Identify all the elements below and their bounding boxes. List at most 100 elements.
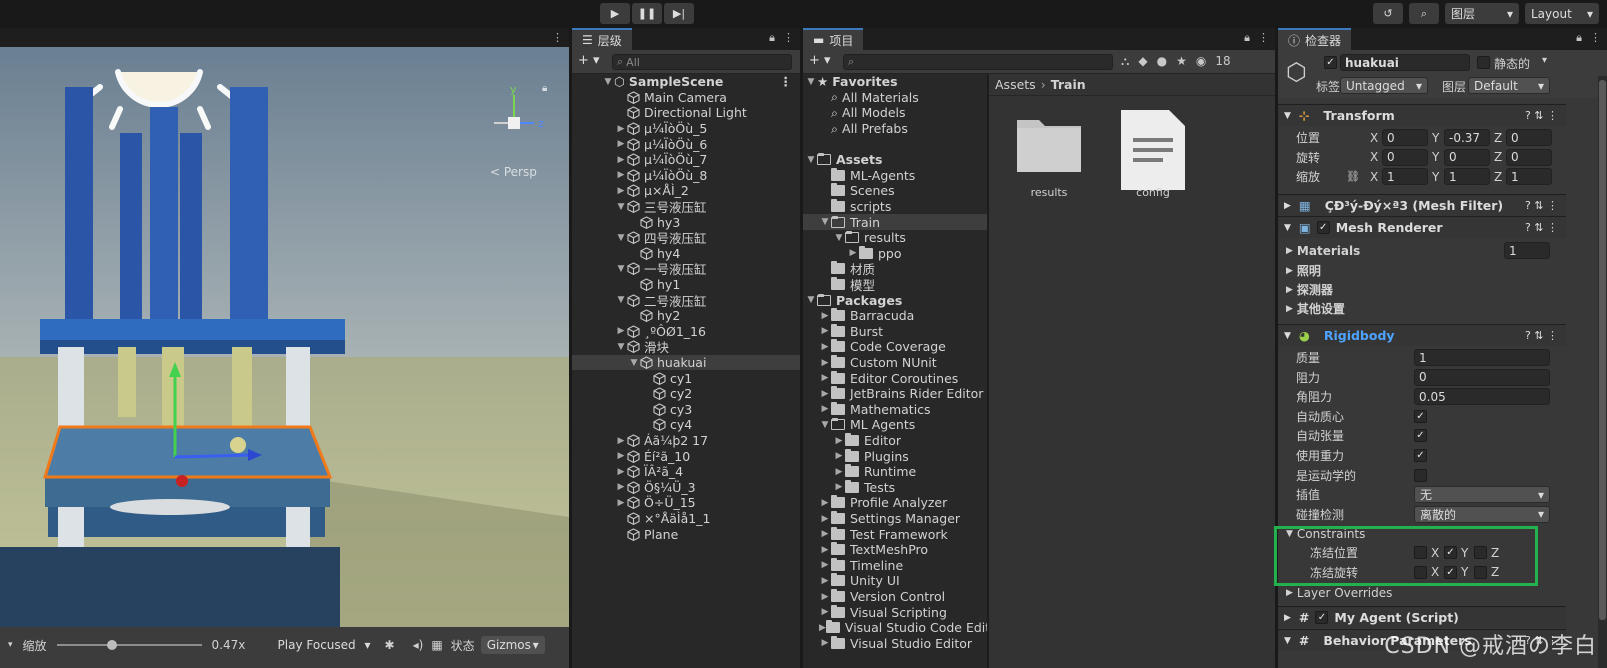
more-icon[interactable]: ⋮	[552, 31, 563, 44]
mute-icon[interactable]: ◂)	[413, 638, 424, 652]
transform-header[interactable]: ▼ ⊹ Transform ? ⇅ ⋮	[1278, 104, 1566, 126]
static-checkbox[interactable]	[1477, 56, 1490, 69]
rigidbody-collision-dropdown[interactable]: 离散的 ▾	[1414, 505, 1550, 523]
project-tree-row[interactable]: ▶ Profile Analyzer	[803, 495, 988, 511]
asset-results-folder[interactable]: results	[1013, 108, 1085, 199]
active-checkbox[interactable]: ✓	[1324, 56, 1337, 69]
hierarchy-row[interactable]: Plane	[572, 526, 800, 542]
project-tree-row[interactable]: ▼ ★ Favorites	[803, 74, 988, 90]
hierarchy-row[interactable]: cy1	[572, 370, 800, 386]
step-button[interactable]: ▶|	[664, 3, 694, 24]
component-menu-icons[interactable]: ? ⇅ ⋮	[1525, 109, 1558, 122]
scrollbar-thumb[interactable]	[1599, 80, 1606, 620]
project-tree-row[interactable]: ▼ results	[803, 230, 988, 246]
project-tree-row[interactable]: ▶ ppo	[803, 245, 988, 262]
project-tree-row[interactable]: ▶ Unity UI	[803, 573, 988, 589]
materials-count-field[interactable]: 1	[1504, 242, 1550, 259]
layers-dropdown[interactable]: 图层 ▾	[1445, 3, 1519, 24]
filter-type-icon[interactable]: ⛬	[1121, 54, 1129, 69]
project-tree-row[interactable]: ▶ Version Control	[803, 589, 988, 605]
project-tree-row[interactable]: ⌕ All Prefabs	[803, 121, 988, 137]
project-tree-row[interactable]: ▼ Packages	[803, 292, 988, 308]
more-icon[interactable]: ⋮	[783, 31, 794, 45]
gizmos-dropdown[interactable]: Gizmos ▾	[480, 636, 545, 654]
chevron-down-icon[interactable]: ▾	[8, 640, 13, 650]
chevron-down-icon[interactable]: ▾	[1542, 55, 1547, 66]
project-tree-row[interactable]: ▶ JetBrains Rider Editor	[803, 386, 988, 402]
agent-enabled-checkbox[interactable]: ✓	[1315, 611, 1329, 624]
hierarchy-row[interactable]: ▼ 一号液压缸	[572, 261, 800, 277]
more-icon[interactable]: ⋮	[1590, 31, 1601, 45]
asset-config-file[interactable]: config	[1117, 108, 1189, 199]
project-tree-row[interactable]: 材质	[803, 261, 988, 277]
mesh-renderer-enabled-checkbox[interactable]: ✓	[1316, 221, 1330, 234]
inspector-scrollbar[interactable]	[1598, 76, 1607, 668]
layout-dropdown[interactable]: Layout ▾	[1525, 3, 1599, 24]
scene-viewport[interactable]: y z < Persp 🔒︎	[0, 47, 569, 627]
component-menu-icons[interactable]: ? ⇅ ⋮	[1525, 221, 1558, 234]
hierarchy-search-input[interactable]: ⌕ All	[612, 54, 792, 70]
hierarchy-row[interactable]: ×°ÅäÌå1_1	[572, 511, 800, 527]
project-tree-row[interactable]: Scenes	[803, 183, 988, 199]
hierarchy-row[interactable]: cy3	[572, 402, 800, 418]
lock-icon[interactable]: 🔒︎	[769, 31, 775, 45]
project-tree-row[interactable]: ▶ Mathematics	[803, 401, 988, 418]
lock-icon[interactable]: 🔒︎	[1576, 31, 1582, 45]
label-icon[interactable]: ◆	[1138, 54, 1147, 69]
history-button[interactable]: ↺	[1373, 3, 1403, 24]
hierarchy-row[interactable]: ▶ µ¼ÏòÖù_7	[572, 152, 800, 168]
project-tree-row[interactable]: ▶ Visual Studio Code Editor	[803, 620, 1003, 636]
rigidbody-auto_com-checkbox[interactable]: ✓	[1414, 409, 1427, 423]
project-tree-row[interactable]: ▼ Assets	[803, 152, 988, 168]
hierarchy-row[interactable]: ▶ Éí²ã_10	[572, 448, 800, 464]
other-settings-foldout[interactable]: ▶ 其他设置	[1278, 299, 1566, 318]
warning-icon[interactable]: ●	[1157, 54, 1167, 69]
project-tree-row[interactable]: ▶ Code Coverage	[803, 339, 988, 355]
hierarchy-row[interactable]: Directional Light	[572, 105, 800, 121]
project-tree-row[interactable]: ▶ Burst	[803, 323, 988, 340]
bug-icon[interactable]: ✱	[385, 638, 395, 652]
zoom-slider-handle[interactable]	[106, 640, 117, 650]
project-tree-row[interactable]: scripts	[803, 199, 988, 215]
create-button[interactable]: + ▾	[809, 53, 831, 68]
hierarchy-row[interactable]: ▼ 二号液压缸	[572, 292, 800, 309]
visibility-icon[interactable]: ◉	[1196, 54, 1206, 69]
project-tree-row[interactable]: ▶ Custom NUnit	[803, 355, 988, 371]
rigidbody-auto_tensor-checkbox[interactable]: ✓	[1414, 429, 1427, 443]
component-menu-icons[interactable]: ? ⇅ ⋮	[1525, 329, 1558, 342]
hierarchy-row[interactable]: ▼ 四号液压缸	[572, 230, 800, 246]
perspective-label[interactable]: < Persp	[490, 165, 537, 179]
project-tree-row[interactable]: ▼ ML Agents	[803, 417, 988, 433]
rigidbody-mass-field[interactable]: 1	[1414, 349, 1550, 366]
transform-position-x-field[interactable]: 0	[1382, 129, 1428, 146]
project-tree-row[interactable]: ▶ Settings Manager	[803, 511, 988, 527]
hierarchy-row[interactable]: ▶ Áã¼þ2 17	[572, 433, 800, 449]
project-tree-row[interactable]: 模型	[803, 277, 988, 293]
breadcrumb-assets[interactable]: Assets	[995, 77, 1036, 92]
project-tree-row[interactable]: ▶ Visual Scripting	[803, 604, 988, 620]
rigidbody-gravity-checkbox[interactable]: ✓	[1414, 449, 1427, 462]
hierarchy-row[interactable]: cy4	[572, 417, 800, 433]
rigidbody-drag-field[interactable]: 0	[1414, 368, 1550, 386]
scene-root-row[interactable]: ▼ ⬡ SampleScene ⋮	[572, 74, 800, 90]
play-button[interactable]: ▶	[600, 3, 630, 24]
mesh-renderer-header[interactable]: ▼ ▣ ✓ Mesh Renderer ? ⇅ ⋮	[1278, 216, 1566, 238]
hierarchy-row[interactable]: ▼ huakuai	[572, 354, 800, 371]
lock-icon[interactable]: 🔒︎	[542, 83, 547, 94]
zoom-slider[interactable]	[56, 640, 202, 650]
project-tree-row[interactable]: ⌕ All Models	[803, 105, 988, 121]
transform-position-y-field[interactable]: -0.37	[1444, 129, 1490, 146]
transform-rotation-y-field[interactable]: 0	[1444, 148, 1490, 166]
tag-dropdown[interactable]: Untagged ▾	[1340, 77, 1428, 94]
hierarchy-row[interactable]: ▶ Ö§¼Ü_3	[572, 480, 800, 496]
rigidbody-angular-field[interactable]: 0.05	[1414, 388, 1550, 406]
hierarchy-row[interactable]: ▶ µ¼ÏòÖù_5	[572, 121, 800, 137]
project-tree-row[interactable]: ▶ Runtime	[803, 464, 988, 480]
breadcrumb-train[interactable]: Train	[1051, 77, 1086, 92]
add-button[interactable]: + ▾	[578, 53, 600, 68]
grid-icon[interactable]: ▦	[431, 638, 442, 652]
pause-button[interactable]: ❚❚	[632, 3, 662, 24]
project-tree-row[interactable]: ▶ TextMeshPro	[803, 542, 988, 558]
project-tree-row[interactable]: ▶ Visual Studio Editor	[803, 635, 988, 652]
star-icon[interactable]: ★	[1176, 54, 1187, 69]
